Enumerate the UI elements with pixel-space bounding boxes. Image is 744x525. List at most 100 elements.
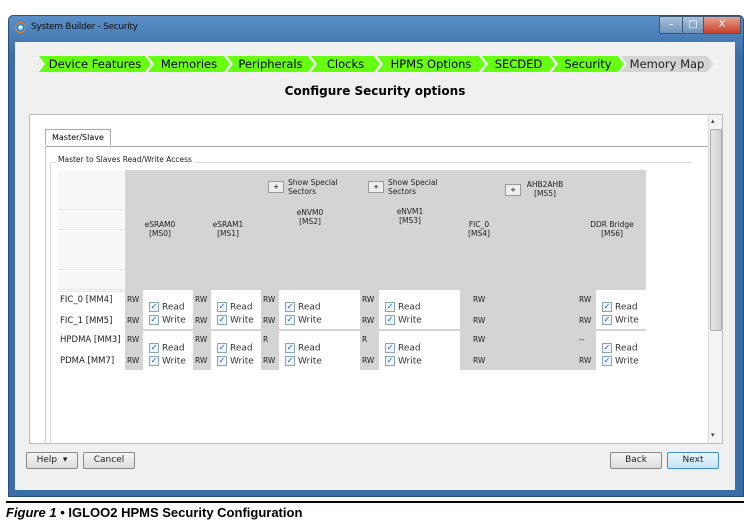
slave-id: [MS4] [468,229,490,238]
access-label: RW [127,356,140,365]
checkbox-icon[interactable]: ✓ [217,343,227,353]
checkbox-icon[interactable]: ✓ [602,356,612,366]
checkbox-icon[interactable]: ✓ [149,302,159,312]
access-label: RW [362,356,375,365]
tab-master-slave[interactable]: Master/Slave [45,129,111,145]
scroll-up-icon[interactable]: ▴ [711,117,715,125]
step-device-features[interactable]: Device Features [39,56,151,72]
scroll-down-icon[interactable]: ▾ [711,431,715,439]
checkbox-icon[interactable]: ✓ [385,315,395,325]
slave-id: [MS6] [601,229,623,238]
checkbox-icon[interactable]: ✓ [149,356,159,366]
read-label: Read [398,343,421,354]
corner-cell [58,171,124,210]
step-security[interactable]: Security [552,56,624,72]
permission-cell: ✓ Read ✓ Write [596,290,646,329]
expand-button[interactable]: + [268,181,284,193]
step-peripherals[interactable]: Peripherals [227,56,314,72]
read-checkbox[interactable]: ✓ Read [602,343,638,354]
checkbox-icon[interactable]: ✓ [285,343,295,353]
write-checkbox[interactable]: ✓ Write [385,315,422,326]
permission-cell: ✓ Read ✓ Write [379,290,460,329]
permission-cell: ✓ Read ✓ Write [211,290,261,329]
step-hpms-options[interactable]: HPMS Options [377,56,485,72]
write-checkbox[interactable]: ✓ Write [602,356,639,367]
next-button[interactable]: Next [667,452,719,469]
write-checkbox[interactable]: ✓ Write [285,315,322,326]
slave-header-envm0: eNVM0 [MS2] [270,208,350,226]
figure-caption: Figure 1 • IGLOO2 HPMS Security Configur… [6,505,302,520]
expand-button[interactable]: + [368,181,384,193]
help-button[interactable]: Help ▾ [26,452,78,469]
read-label: Read [298,343,321,354]
access-label: RW [473,316,486,325]
checkbox-icon[interactable]: ✓ [217,356,227,366]
access-label: RW [263,295,276,304]
group-title: Master to Slaves Read/Write Access [56,155,194,164]
write-checkbox[interactable]: ✓ Write [602,315,639,326]
permission-cell: ✓ Read ✓ Write [143,331,193,370]
checkbox-icon[interactable]: ✓ [217,315,227,325]
scroll-thumb[interactable] [710,129,722,331]
vertical-scrollbar[interactable]: ▴ ▾ [708,115,722,443]
read-checkbox[interactable]: ✓ Read [217,343,253,354]
slave-header-esram1: eSRAM1 [MS1] [188,220,268,238]
write-checkbox[interactable]: ✓ Write [217,356,254,367]
help-label: Help [36,455,58,465]
read-checkbox[interactable]: ✓ Read [385,302,421,313]
access-label: RW [195,356,208,365]
checkbox-icon[interactable]: ✓ [285,315,295,325]
read-checkbox[interactable]: ✓ Read [602,302,638,313]
maximize-button[interactable]: □ [682,16,704,34]
expand-button[interactable]: + [505,184,521,196]
read-checkbox[interactable]: ✓ Read [149,343,185,354]
write-label: Write [398,356,422,367]
read-checkbox[interactable]: ✓ Read [385,343,421,354]
checkbox-icon[interactable]: ✓ [149,343,159,353]
slave-header-fic_0: FIC_0 [MS4] [439,220,519,238]
read-checkbox[interactable]: ✓ Read [285,343,321,354]
checkbox-icon[interactable]: ✓ [385,343,395,353]
write-label: Write [615,356,639,367]
step-clocks[interactable]: Clocks [311,56,380,72]
permission-cell: ✓ Read ✓ Write [279,331,360,370]
access-label: RW [579,356,592,365]
read-checkbox[interactable]: ✓ Read [217,302,253,313]
access-label: RW [579,295,592,304]
checkbox-icon[interactable]: ✓ [149,315,159,325]
checkbox-icon[interactable]: ✓ [385,356,395,366]
minimize-button[interactable]: – [659,16,683,34]
slave-id: [MS1] [217,229,239,238]
app-icon [15,22,26,33]
checkbox-icon[interactable]: ✓ [602,315,612,325]
checkbox-icon[interactable]: ✓ [285,302,295,312]
write-checkbox[interactable]: ✓ Write [217,315,254,326]
read-checkbox[interactable]: ✓ Read [285,302,321,313]
checkbox-icon[interactable]: ✓ [217,302,227,312]
read-label: Read [298,302,321,313]
cancel-button[interactable]: Cancel [83,452,135,469]
chevron-down-icon: ▾ [62,455,68,465]
checkbox-icon[interactable]: ✓ [285,356,295,366]
step-secded[interactable]: SECDED [482,56,555,72]
show-special-sectors-label: Show Special Sectors [288,178,338,196]
step-memory-map[interactable]: Memory Map [621,56,713,72]
slave-id: [MS3] [399,216,421,225]
caption-text: IGLOO2 HPMS Security Configuration [68,505,303,520]
write-checkbox[interactable]: ✓ Write [385,356,422,367]
slave-name: eSRAM1 [212,220,244,229]
step-memories[interactable]: Memories [148,56,230,72]
access-label: RW [195,295,208,304]
write-checkbox[interactable]: ✓ Write [149,356,186,367]
read-checkbox[interactable]: ✓ Read [149,302,185,313]
checkbox-icon[interactable]: ✓ [602,302,612,312]
write-checkbox[interactable]: ✓ Write [285,356,322,367]
back-button[interactable]: Back [610,452,662,469]
permission-cell: ✓ Read ✓ Write [279,290,360,329]
close-button[interactable]: X [703,16,741,34]
checkbox-icon[interactable]: ✓ [602,343,612,353]
write-checkbox[interactable]: ✓ Write [149,315,186,326]
checkbox-icon[interactable]: ✓ [385,302,395,312]
title-bar[interactable]: System Builder - Security – □ X [9,16,743,42]
access-label: RW [127,335,140,344]
